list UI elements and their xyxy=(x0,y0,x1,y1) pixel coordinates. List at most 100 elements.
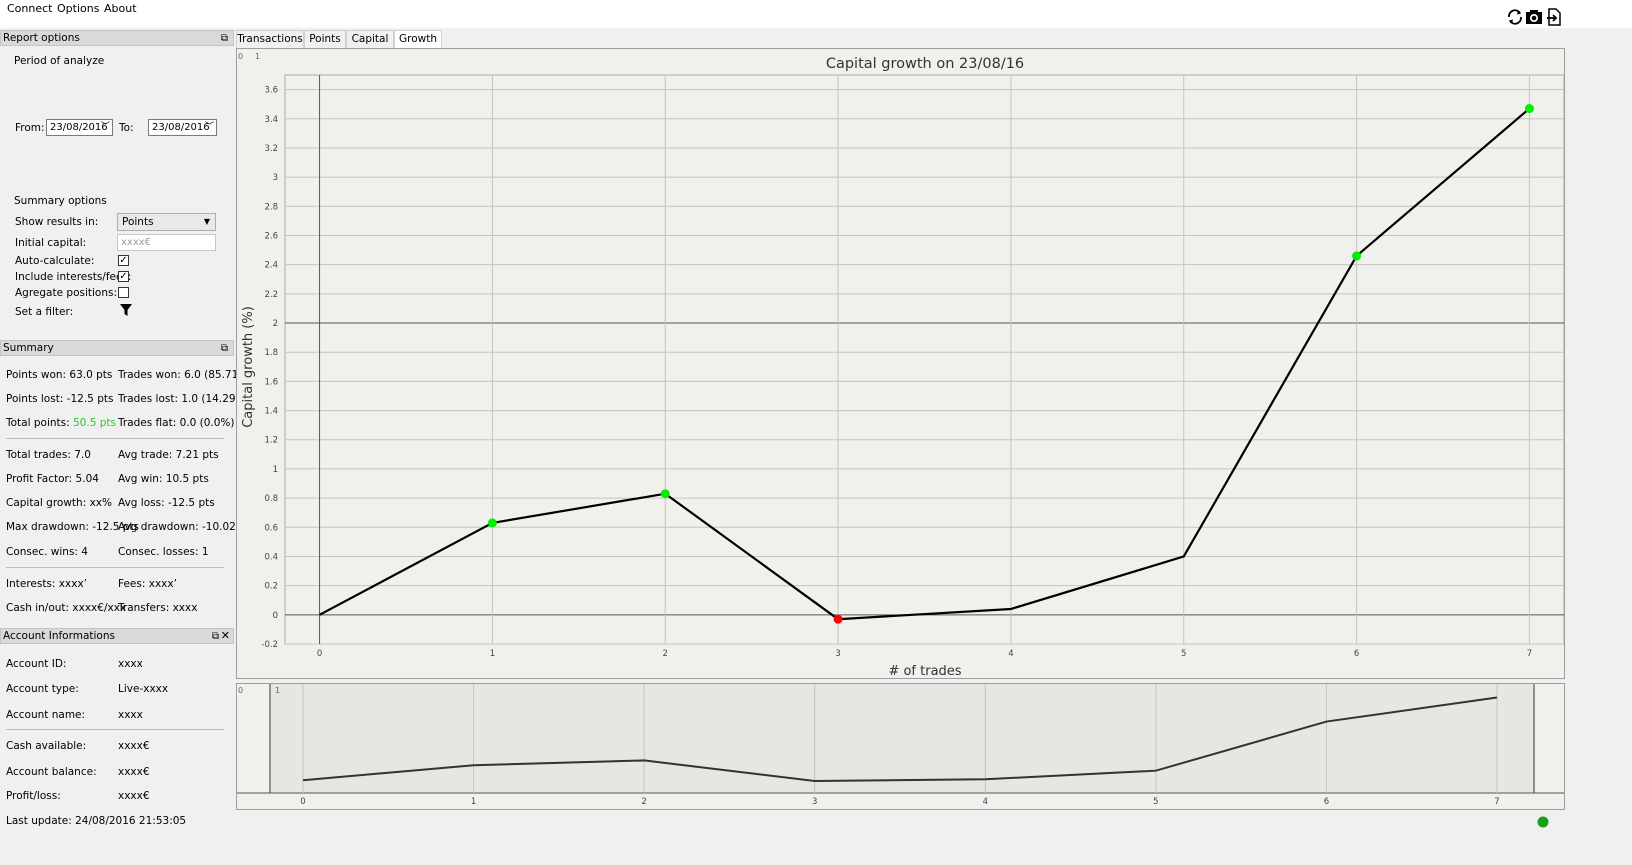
x-tick-label: 1 xyxy=(490,649,495,659)
corner-label-one: 1 xyxy=(255,52,260,61)
avg-trade: Avg trade: 7.21 pts xyxy=(118,449,219,461)
report-options-title: Report options xyxy=(3,32,80,44)
tab-points[interactable]: Points xyxy=(304,30,346,48)
float-icon[interactable]: ⧉ xyxy=(221,342,228,356)
overview-corner-label-one: 1 xyxy=(275,686,280,695)
y-tick-label: 1.8 xyxy=(264,348,278,358)
growth-chart-svg: -0.2 0 0.2 0.4 0.6 0.8 1 1.2 1.4 1.6 1.8 2 2.2 2.4 2.6… xyxy=(238,52,1565,679)
chart-title: Capital growth on 23/08/16 xyxy=(826,56,1024,72)
y-tick-label: 3.6 xyxy=(264,86,278,96)
auto-calculate-checkbox[interactable]: ✓ xyxy=(118,255,129,266)
total-trades: Total trades: 7.0 xyxy=(6,449,91,461)
from-date-value: 23/08/2016 xyxy=(50,122,108,133)
account-type-label: Account type: xyxy=(6,683,79,695)
y-tick-label: 3.2 xyxy=(264,144,278,154)
aggregate-checkbox[interactable] xyxy=(118,287,129,298)
y-axis-label: Capital growth (%) xyxy=(241,306,256,428)
close-icon[interactable]: ✕ xyxy=(221,629,230,643)
overview-x-tick-label: 1 xyxy=(471,797,476,807)
interests: Interests: xxxx’ xyxy=(6,578,88,590)
trades-lost: Trades lost: 1.0 (14.29%) xyxy=(118,393,250,405)
win-point xyxy=(487,518,497,528)
total-points-value: 50.5 pts xyxy=(73,417,116,429)
menu-options[interactable]: Options xyxy=(57,2,99,15)
overview-x-ticks: 0 1 2 3 4 5 6 7 xyxy=(300,797,1499,807)
trades-won: Trades won: 6.0 (85.71%) xyxy=(118,369,253,381)
x-tick-label: 4 xyxy=(1008,649,1013,659)
y-tick-label: 0.2 xyxy=(264,582,278,592)
account-balance-label: Account balance: xyxy=(6,766,97,778)
avg-drawdown: Avg drawdown: -10.02 pts xyxy=(118,521,256,533)
points-won: Points won: 63.0 pts xyxy=(6,369,113,381)
y-tick-label: 1.2 xyxy=(264,436,278,446)
x-tick-label: 0 xyxy=(317,649,322,659)
x-tick-label: 3 xyxy=(835,649,840,659)
overview-x-tick-label: 6 xyxy=(1324,797,1329,807)
overview-x-tick-label: 7 xyxy=(1494,797,1499,807)
camera-icon[interactable] xyxy=(1525,8,1543,26)
y-tick-label: 2.8 xyxy=(264,202,278,212)
divider xyxy=(6,567,224,568)
menu-connect[interactable]: Connect xyxy=(7,2,52,15)
account-name-label: Account name: xyxy=(6,709,86,721)
trades-flat: Trades flat: 0.0 (0.0%) xyxy=(118,417,235,429)
from-date-picker[interactable]: 23/08/2016 ﹀ xyxy=(46,119,113,136)
initial-capital-input[interactable]: xxxx€ xyxy=(117,234,216,251)
account-id-value: xxxx xyxy=(118,658,143,670)
chevron-down-icon: ﹀ xyxy=(100,122,110,132)
fees: Fees: xxxx’ xyxy=(118,578,177,590)
cash-available-label: Cash available: xyxy=(6,740,87,752)
overview-x-tick-label: 3 xyxy=(812,797,817,807)
caret-down-icon: ▼ xyxy=(203,217,210,226)
overview-chart-svg: 0 1 2 3 4 5 6 7 0 1 xyxy=(237,684,1564,807)
filter-icon[interactable] xyxy=(120,304,132,317)
show-results-label: Show results in: xyxy=(15,216,99,228)
divider xyxy=(6,729,224,730)
to-date-picker[interactable]: 23/08/2016 ﹀ xyxy=(148,119,217,136)
tab-transactions[interactable]: Transactions xyxy=(236,30,304,48)
refresh-icon[interactable] xyxy=(1506,8,1524,26)
y-tick-label: 0.4 xyxy=(264,552,278,562)
y-tick-label: 2.4 xyxy=(264,261,278,271)
include-fees-label: Include interests/fees: xyxy=(15,271,132,283)
initial-capital-label: Initial capital: xyxy=(15,237,87,249)
overview-x-tick-label: 0 xyxy=(300,797,305,807)
consec-wins: Consec. wins: 4 xyxy=(6,546,88,558)
x-axis-ticks: 0 1 2 3 4 5 6 7 xyxy=(317,649,1532,659)
x-tick-label: 5 xyxy=(1181,649,1186,659)
cash-available-value: xxxx€ xyxy=(118,740,150,752)
account-name-value: xxxx xyxy=(118,709,143,721)
avg-loss: Avg loss: -12.5 pts xyxy=(118,497,215,509)
include-fees-checkbox[interactable]: ✓ xyxy=(118,271,129,282)
period-label: Period of analyze xyxy=(14,55,105,67)
overview-x-tick-label: 2 xyxy=(641,797,646,807)
chevron-down-icon: ﹀ xyxy=(204,122,214,132)
float-icon[interactable]: ⧉ xyxy=(221,32,228,46)
y-tick-label: 0.8 xyxy=(264,494,278,504)
to-date-value: 23/08/2016 xyxy=(152,122,210,133)
growth-line xyxy=(319,107,1531,621)
show-results-select[interactable]: Points ▼ xyxy=(117,213,216,231)
loss-point xyxy=(833,614,843,624)
tab-capital[interactable]: Capital xyxy=(346,30,394,48)
summary-options-label: Summary options xyxy=(14,195,107,207)
capital-growth: Capital growth: xx% xyxy=(6,497,112,509)
filter-label: Set a filter: xyxy=(15,306,74,318)
overview-corner-label-zero: 0 xyxy=(238,686,243,695)
profit-factor: Profit Factor: 5.04 xyxy=(6,473,99,485)
x-tick-label: 2 xyxy=(663,649,668,659)
growth-chart: -0.2 0 0.2 0.4 0.6 0.8 1 1.2 1.4 1.6 1.8 2 2.2 2.4 2.6… xyxy=(236,48,1565,679)
export-icon[interactable] xyxy=(1545,8,1563,26)
connection-status-icon xyxy=(1537,816,1549,828)
growth-series xyxy=(319,104,1534,624)
y-tick-label: 1.6 xyxy=(264,377,278,387)
tab-growth[interactable]: Growth xyxy=(394,30,442,49)
float-icon[interactable]: ⧉ xyxy=(212,630,219,644)
y-tick-label: 2 xyxy=(273,319,278,329)
overview-selection-region[interactable] xyxy=(270,684,1534,793)
y-tick-label: 0 xyxy=(273,611,278,621)
x-axis-label: # of trades xyxy=(888,664,961,678)
aggregate-label: Agregate positions: xyxy=(15,287,118,299)
menu-about[interactable]: About xyxy=(104,2,137,15)
y-tick-label: 0.6 xyxy=(264,523,278,533)
